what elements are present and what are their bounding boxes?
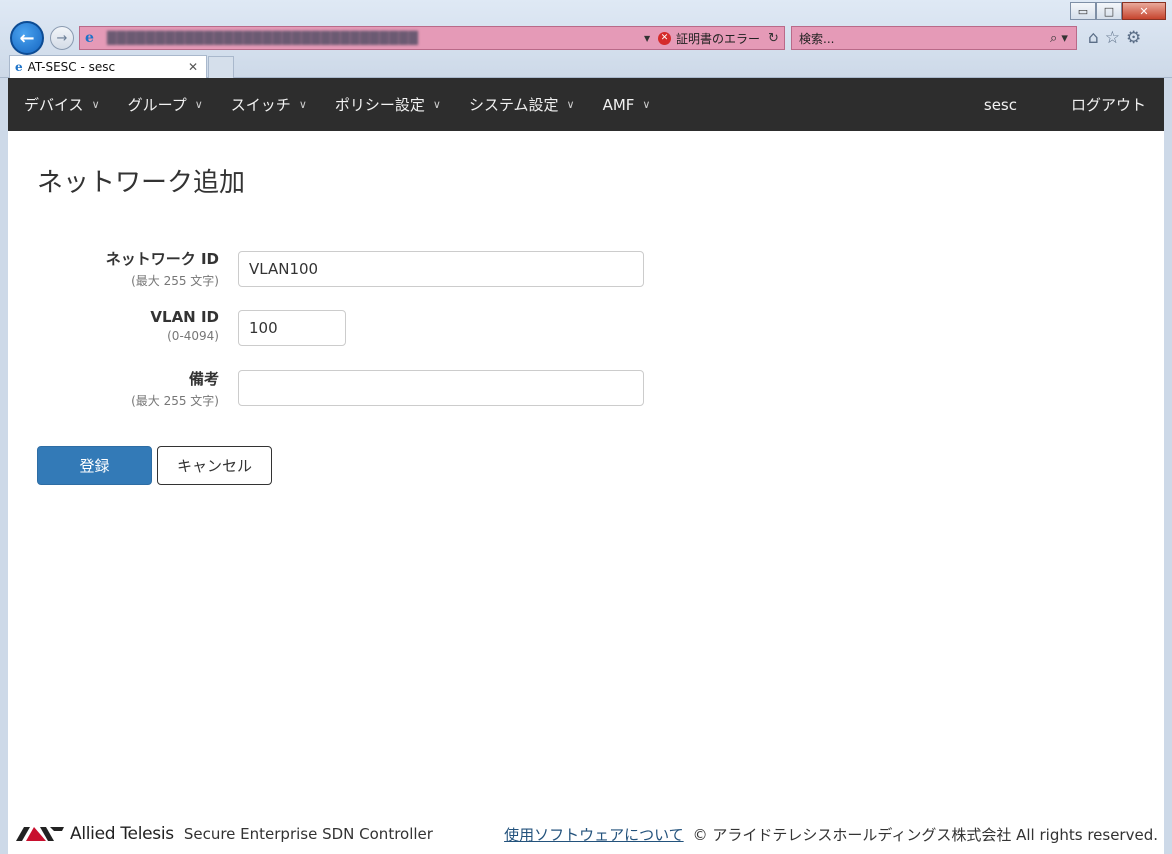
close-tab-icon[interactable]: ✕ [188, 60, 206, 74]
vlan-id-hint: (0-4094) [167, 329, 219, 343]
nav-item-devices[interactable]: デバイス ∨ [8, 94, 112, 115]
search-placeholder[interactable]: 検索... [799, 30, 1050, 47]
vlan-id-input[interactable]: 100 [238, 310, 346, 346]
cancel-button[interactable]: キャンセル [157, 446, 272, 485]
footer: Allied Telesis Secure Enterprise SDN Con… [8, 820, 1164, 848]
dropdown-arrow-icon[interactable]: ▼ [644, 34, 658, 43]
copyright-text: © アライドテレシスホールディングス株式会社 All rights reserv… [692, 825, 1158, 844]
certificate-error-label[interactable]: 証明書のエラー [676, 30, 760, 47]
remarks-label: 備考 [188, 370, 219, 388]
tab-title: AT-SESC - sesc [27, 60, 116, 74]
browser-chrome: ▭ □ ✕ ← → e ████████████████████████████… [0, 0, 1172, 78]
address-url-blurred: ████████████████████████████████ [107, 31, 419, 45]
footer-right: 使用ソフトウェアについて © アライドテレシスホールディングス株式会社 All … [504, 824, 1158, 845]
new-tab-button[interactable] [208, 56, 234, 78]
network-id-label-group: ネットワーク ID (最大 255 文字) [30, 248, 219, 289]
chevron-down-icon: ∨ [194, 98, 203, 111]
window-frame-right [1164, 78, 1172, 854]
app-navbar: デバイス ∨ グループ ∨ スイッチ ∨ ポリシー設定 ∨ システム設定 ∨ A… [8, 78, 1164, 131]
remarks-label-group: 備考 (最大 255 文字) [30, 368, 219, 409]
browser-toolbar-icons: ⌂ ☆ ⚙ [1088, 28, 1141, 48]
nav-item-amf[interactable]: AMF ∨ [587, 96, 663, 114]
refresh-icon[interactable]: ↻ [768, 31, 784, 46]
forward-button[interactable]: → [50, 26, 74, 50]
close-window-button[interactable]: ✕ [1122, 2, 1166, 20]
nav-item-groups[interactable]: グループ ∨ [112, 94, 215, 115]
software-info-link[interactable]: 使用ソフトウェアについて [504, 824, 684, 845]
maximize-button[interactable]: □ [1096, 2, 1122, 20]
window-controls: ▭ □ ✕ [1070, 2, 1166, 20]
vlan-id-label: VLAN ID [150, 308, 219, 326]
logout-link[interactable]: ログアウト [1043, 94, 1164, 115]
home-icon[interactable]: ⌂ [1088, 28, 1099, 48]
nav-item-label: ポリシー設定 [334, 96, 425, 114]
search-icon[interactable]: ⌕ ▾ [1050, 31, 1076, 46]
certificate-error-icon[interactable]: ✕ [657, 31, 671, 45]
nav-user-name[interactable]: sesc [958, 96, 1043, 114]
nav-item-label: AMF [602, 95, 635, 114]
browser-tab[interactable]: e AT-SESC - sesc ✕ [9, 55, 207, 78]
allied-telesis-logo: Allied Telesis [16, 824, 174, 844]
chevron-down-icon: ∨ [642, 98, 651, 111]
register-button[interactable]: 登録 [37, 446, 152, 485]
allied-telesis-mark-icon [16, 827, 64, 841]
window-frame-left [0, 78, 8, 854]
chevron-down-icon: ∨ [298, 98, 307, 111]
nav-item-label: グループ [127, 96, 187, 114]
chevron-down-icon: ∨ [566, 98, 575, 111]
chevron-down-icon: ∨ [432, 98, 441, 111]
arrow-left-icon: ← [19, 27, 35, 49]
back-button[interactable]: ← [10, 21, 44, 55]
page-title: ネットワーク追加 [37, 168, 246, 198]
network-id-input[interactable]: VLAN100 [238, 251, 644, 287]
minimize-button[interactable]: ▭ [1070, 2, 1096, 20]
address-bar[interactable]: e ████████████████████████████████ ▼ ✕ 証… [79, 26, 785, 50]
search-box[interactable]: 検索... ⌕ ▾ [791, 26, 1077, 50]
remarks-hint: (最大 255 文字) [131, 394, 219, 408]
navbar-right: sesc ログアウト [958, 94, 1164, 115]
nav-item-switches[interactable]: スイッチ ∨ [215, 94, 319, 115]
product-name: Secure Enterprise SDN Controller [183, 825, 433, 843]
nav-item-system-settings[interactable]: システム設定 ∨ [453, 94, 587, 115]
nav-item-label: デバイス [24, 96, 84, 114]
ie-logo-icon: e [85, 30, 94, 46]
chevron-down-icon: ∨ [91, 98, 100, 111]
settings-gear-icon[interactable]: ⚙ [1126, 28, 1141, 48]
remarks-input[interactable] [238, 370, 644, 406]
vlan-id-label-group: VLAN ID (0-4094) [30, 308, 219, 343]
network-id-label: ネットワーク ID [105, 250, 219, 268]
favorites-star-icon[interactable]: ☆ [1105, 28, 1120, 48]
arrow-right-icon: → [56, 30, 68, 46]
nav-item-label: システム設定 [468, 96, 559, 114]
brand-name: Allied Telesis [70, 824, 174, 844]
navbar-menu: デバイス ∨ グループ ∨ スイッチ ∨ ポリシー設定 ∨ システム設定 ∨ A… [8, 94, 662, 115]
nav-item-label: スイッチ [230, 96, 291, 114]
nav-item-policy-settings[interactable]: ポリシー設定 ∨ [319, 94, 453, 115]
ie-logo-icon: e [15, 60, 23, 74]
network-id-hint: (最大 255 文字) [131, 274, 219, 288]
